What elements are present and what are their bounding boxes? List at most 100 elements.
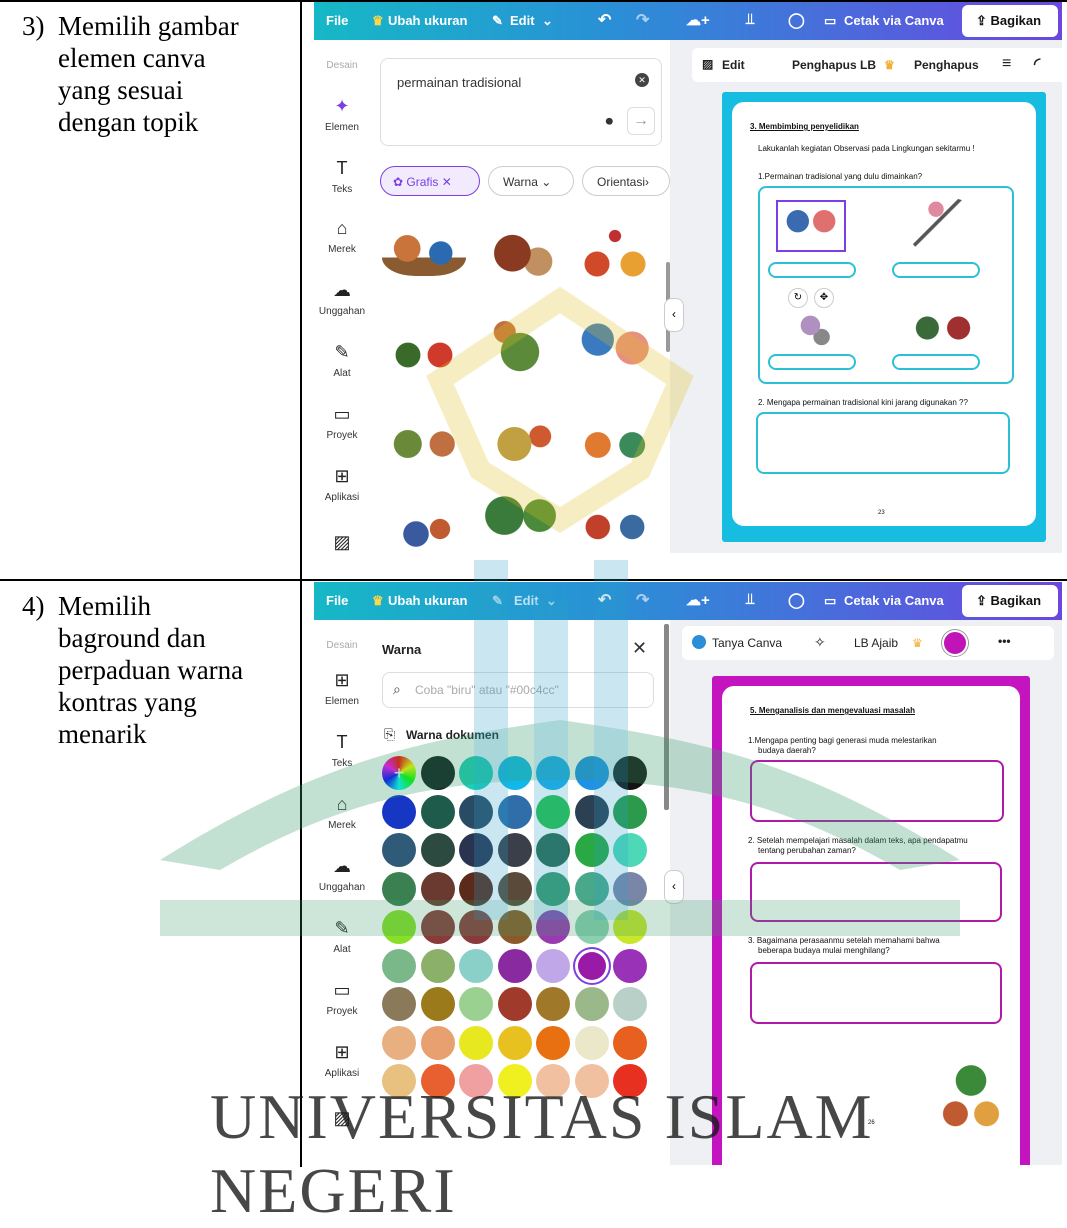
microphone-icon[interactable]: ⏺ — [605, 113, 613, 130]
graphic-thumbnail[interactable] — [482, 302, 558, 402]
color-swatch[interactable] — [497, 756, 532, 790]
graphic-thumbnail[interactable] — [478, 490, 566, 553]
color-swatch[interactable] — [613, 948, 647, 983]
comment-icon[interactable]: ◯ — [788, 11, 805, 29]
color-swatch[interactable] — [574, 987, 609, 1021]
graphic-thumbnail[interactable] — [572, 500, 658, 553]
color-swatch[interactable] — [613, 910, 647, 944]
chart-icon[interactable]: ⫫ — [746, 591, 754, 608]
sidebar-item-projects[interactable]: ▭ Proyek — [314, 980, 370, 1017]
color-swatch[interactable] — [536, 794, 570, 829]
add-color-swatch[interactable]: + — [382, 756, 416, 790]
corner-radius-icon[interactable]: ◜ — [1034, 54, 1040, 74]
move-icon[interactable]: ✥ — [814, 288, 834, 308]
sidebar-item-text[interactable]: T Teks — [314, 732, 370, 769]
graphic-thumbnail[interactable] — [572, 410, 658, 480]
color-swatch[interactable] — [536, 948, 570, 983]
edit-menu[interactable]: Edit — [510, 13, 535, 28]
print-via-canva-button[interactable]: Cetak via Canva — [844, 13, 944, 28]
color-swatch[interactable] — [459, 871, 493, 906]
color-swatch[interactable] — [536, 910, 570, 944]
color-swatch[interactable] — [420, 871, 455, 906]
color-swatch[interactable] — [497, 1064, 532, 1098]
filter-warna[interactable]: Warna ⌄ — [488, 166, 574, 196]
color-swatch[interactable] — [459, 910, 493, 944]
color-swatch[interactable] — [536, 871, 570, 906]
color-swatch[interactable] — [459, 1064, 493, 1098]
color-swatch[interactable] — [613, 1025, 647, 1060]
graphic-thumbnail[interactable] — [382, 412, 468, 476]
sparkle-plus-icon[interactable]: ✧ — [814, 634, 826, 651]
color-swatch[interactable] — [382, 948, 416, 983]
color-swatch[interactable] — [420, 910, 455, 944]
color-swatch[interactable] — [574, 1025, 609, 1060]
color-swatch[interactable] — [382, 1064, 416, 1098]
color-swatch[interactable] — [497, 794, 532, 829]
magic-lb-button[interactable]: LB Ajaib — [854, 636, 898, 650]
share-button[interactable]: ⇪ Bagikan — [962, 5, 1058, 37]
color-swatch[interactable] — [459, 794, 493, 829]
share-button[interactable]: ⇪ Bagikan — [962, 585, 1058, 617]
color-swatch[interactable] — [420, 987, 455, 1021]
color-swatch[interactable] — [382, 1025, 416, 1060]
graphic-thumbnail[interactable] — [572, 306, 658, 390]
design-canvas[interactable]: ‹ ▨ Edit Penghapus LB ♛ Penghapus ≡ ◜ 3.… — [664, 40, 1062, 553]
sidebar-item-elements[interactable]: ✦ Elemen — [314, 96, 370, 133]
sidebar-design-label[interactable]: Desain — [314, 640, 370, 651]
file-menu[interactable]: File — [326, 593, 348, 608]
sidebar-item-tools[interactable]: ✎ Alat — [314, 918, 370, 955]
search-box[interactable]: permainan tradisional ✕ ⏺ → — [380, 58, 662, 146]
sidebar-item-tools[interactable]: ✎ Alat — [314, 342, 370, 379]
comment-icon[interactable]: ◯ — [788, 591, 805, 609]
current-color-swatch[interactable] — [942, 630, 968, 656]
redo-icon[interactable]: ↷ — [636, 590, 649, 610]
color-swatch[interactable] — [420, 794, 455, 829]
color-swatch[interactable] — [536, 987, 570, 1021]
color-swatch[interactable] — [420, 833, 455, 867]
color-swatch[interactable] — [574, 1064, 609, 1098]
sidebar-design-label[interactable]: Desain — [314, 60, 370, 71]
sidebar-item-elements[interactable]: ⊞ Elemen — [314, 670, 370, 707]
search-submit-icon[interactable]: → — [627, 107, 655, 135]
print-via-canva-button[interactable]: Cetak via Canva — [844, 593, 944, 608]
color-swatch[interactable] — [497, 987, 532, 1021]
bg-remover-lb-button[interactable]: Penghapus LB — [792, 58, 876, 72]
color-swatch[interactable] — [420, 948, 455, 983]
color-swatch[interactable] — [382, 910, 416, 944]
resize-button[interactable]: Ubah ukuran — [388, 13, 467, 28]
color-swatch[interactable] — [382, 833, 416, 867]
color-swatch[interactable] — [574, 948, 609, 983]
color-swatch[interactable] — [574, 833, 609, 867]
design-canvas[interactable]: ‹ Tanya Canva ✧ LB Ajaib ♛ ••• 5. Mengan… — [664, 620, 1062, 1165]
filter-orientasi[interactable]: Orientasi› — [582, 166, 670, 196]
color-swatch[interactable] — [613, 1064, 647, 1098]
graphic-thumbnail[interactable] — [478, 228, 564, 284]
sidebar-item-uploads[interactable]: ☁ Unggahan — [314, 856, 370, 893]
color-swatch[interactable] — [536, 833, 570, 867]
file-menu[interactable]: File — [326, 13, 348, 28]
undo-icon[interactable]: ↶ — [598, 10, 611, 30]
graphic-thumbnail[interactable] — [382, 230, 466, 276]
rotate-icon[interactable]: ↻ — [788, 288, 808, 308]
sidebar-item-uploads[interactable]: ☁ Unggahan — [314, 280, 370, 317]
color-swatch[interactable] — [613, 871, 647, 906]
sidebar-item-magic[interactable]: ▨ — [314, 1108, 370, 1134]
color-swatch[interactable] — [574, 756, 609, 790]
color-swatch[interactable] — [497, 833, 532, 867]
cloud-save-icon[interactable]: ☁+ — [686, 591, 710, 609]
filter-grafis[interactable]: ✿ Grafis ✕ — [380, 166, 480, 196]
color-swatch[interactable] — [613, 833, 647, 867]
sidebar-item-apps[interactable]: ⊞ Aplikasi — [314, 1042, 370, 1079]
graphic-thumbnail[interactable] — [384, 504, 464, 553]
image-edit-button[interactable]: Edit — [722, 58, 745, 72]
undo-icon[interactable]: ↶ — [598, 590, 611, 610]
search-input[interactable]: permainan tradisional — [397, 75, 521, 90]
color-swatch[interactable] — [536, 1064, 570, 1098]
redo-icon[interactable]: ↷ — [636, 10, 649, 30]
selected-image-frame[interactable] — [776, 200, 846, 252]
color-swatch[interactable] — [420, 1064, 455, 1098]
collapse-panel-button[interactable]: ‹ — [664, 298, 684, 332]
color-swatch[interactable] — [497, 948, 532, 983]
sidebar-item-apps[interactable]: ⊞ Aplikasi — [314, 466, 370, 503]
color-swatch[interactable] — [497, 910, 532, 944]
